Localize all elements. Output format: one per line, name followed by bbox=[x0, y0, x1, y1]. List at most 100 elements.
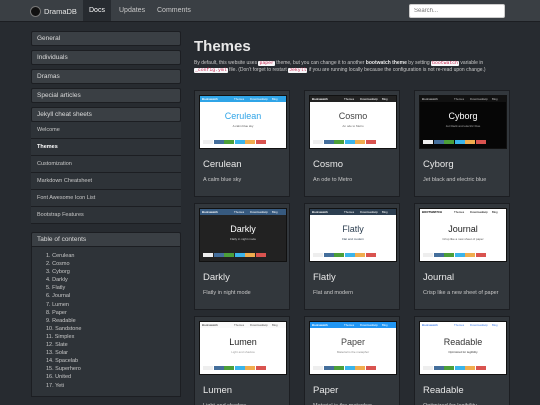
toc-item[interactable]: 6. Journal bbox=[46, 292, 180, 300]
toc-item[interactable]: 8. Paper bbox=[46, 309, 180, 317]
preview-title: Readable bbox=[443, 337, 483, 347]
sidebar-group-general[interactable]: General bbox=[31, 31, 181, 46]
preview-nav-link: Help bbox=[482, 323, 488, 327]
preview-nav-link: Blog bbox=[272, 210, 278, 214]
toc-item[interactable]: 14. Spacelab bbox=[46, 357, 180, 365]
theme-card[interactable]: Bootswatch Themes Download Help Blog Lumen Lig… bbox=[194, 316, 290, 405]
nav-link-docs[interactable]: Docs bbox=[83, 0, 111, 21]
sidebar-item-bootstrap-features[interactable]: Bootstrap Features bbox=[31, 207, 181, 224]
nav-link-comments[interactable]: Comments bbox=[151, 0, 197, 21]
theme-card[interactable]: Bootswatch Themes Download Help Blog Flatly Fl… bbox=[304, 203, 400, 310]
theme-card[interactable]: BOOTSWATCH Themes Download Help Blog Journal C… bbox=[414, 203, 510, 310]
preview-button bbox=[454, 140, 465, 144]
preview-nav-link: Themes bbox=[234, 210, 245, 214]
theme-card[interactable]: Bootswatch Themes Download Help Blog Readable… bbox=[414, 316, 510, 405]
toc-item[interactable]: 1. Cerulean bbox=[46, 252, 180, 260]
preview-buttons bbox=[423, 253, 487, 257]
theme-name[interactable]: Cyborg bbox=[423, 159, 454, 170]
preview-navbar: Bootswatch Themes Download Help Blog bbox=[200, 209, 286, 215]
sidebar-group-dramas[interactable]: Dramas bbox=[31, 69, 181, 84]
theme-preview-image[interactable]: Bootswatch Themes Download Help Blog Darkly Fl… bbox=[199, 208, 287, 262]
search-input[interactable] bbox=[409, 4, 505, 18]
toc-item[interactable]: 13. Solar bbox=[46, 349, 180, 357]
sidebar-item-font-awesome[interactable]: Font Awesome Icon List bbox=[31, 190, 181, 207]
intro-text: theme, but you can change it to another bbox=[274, 60, 366, 66]
theme-name[interactable]: Journal bbox=[423, 272, 454, 283]
theme-card[interactable]: Bootswatch Themes Download Help Blog Paper Mat… bbox=[304, 316, 400, 405]
toc-item[interactable]: 5. Flatly bbox=[46, 284, 180, 292]
preview-title: Journal bbox=[448, 224, 478, 234]
preview-button bbox=[334, 253, 345, 257]
preview-buttons bbox=[423, 140, 487, 144]
preview-navbar: BOOTSWATCH Themes Download Help Blog bbox=[420, 209, 506, 215]
theme-description: A calm blue sky bbox=[203, 177, 242, 183]
preview-nav-link: Blog bbox=[492, 323, 498, 327]
toc-item[interactable]: 15. Superhero bbox=[46, 365, 180, 373]
theme-card[interactable]: Bootswatch Themes Download Help Blog Darkly Fl… bbox=[194, 203, 290, 310]
preview-nav-link: Themes bbox=[234, 323, 245, 327]
preview-button bbox=[245, 253, 256, 257]
nav-link-updates[interactable]: Updates bbox=[113, 0, 151, 21]
sidebar-group-jekyll-cheat-sheets[interactable]: Jekyll cheat sheets bbox=[31, 107, 181, 122]
toc-item[interactable]: 12. Slate bbox=[46, 341, 180, 349]
brand-link[interactable]: DramaDB bbox=[30, 4, 77, 18]
bootwatch-theme-link[interactable]: bootwatch theme bbox=[366, 60, 407, 66]
toc-item[interactable]: 11. Simplex bbox=[46, 333, 180, 341]
toc-item[interactable]: 4. Darkly bbox=[46, 276, 180, 284]
sidebar-group-special-articles[interactable]: Special articles bbox=[31, 88, 181, 103]
theme-preview-image[interactable]: Bootswatch Themes Download Help Blog Lumen Lig… bbox=[199, 321, 287, 375]
theme-name[interactable]: Paper bbox=[313, 385, 338, 396]
theme-card[interactable]: Bootswatch Themes Download Help Blog Cosmo An … bbox=[304, 90, 400, 197]
sidebar-item-markdown-cheatsheet[interactable]: Markdown Cheatsheet bbox=[31, 173, 181, 190]
theme-preview-image[interactable]: Bootswatch Themes Download Help Blog Cerulean… bbox=[199, 95, 287, 149]
brand-logo-icon bbox=[30, 5, 41, 17]
toc-item[interactable]: 10. Sandstone bbox=[46, 325, 180, 333]
intro-text: by setting bbox=[406, 60, 432, 66]
sidebar-item-themes[interactable]: Themes bbox=[31, 139, 181, 156]
sidebar-item-welcome[interactable]: Welcome bbox=[31, 122, 181, 139]
intro-paragraph: By default, this website uses paper them… bbox=[194, 60, 514, 74]
preview-title: Cyborg bbox=[448, 111, 478, 121]
preview-brand: Bootswatch bbox=[312, 210, 328, 214]
toc-item[interactable]: 9. Readable bbox=[46, 317, 180, 325]
preview-button bbox=[433, 366, 444, 370]
preview-button bbox=[213, 366, 224, 370]
theme-name[interactable]: Lumen bbox=[203, 385, 232, 396]
sidebar-item-customization[interactable]: Customization bbox=[31, 156, 181, 173]
theme-preview-image[interactable]: BOOTSWATCH Themes Download Help Blog Journal C… bbox=[419, 208, 507, 262]
toc-item[interactable]: 3. Cyborg bbox=[46, 268, 180, 276]
preview-navbar: Bootswatch Themes Download Help Blog bbox=[310, 209, 396, 215]
preview-button bbox=[224, 366, 235, 370]
preview-title: Cosmo bbox=[338, 111, 368, 121]
toc-item[interactable]: 17. Yeti bbox=[46, 382, 180, 390]
theme-name[interactable]: Cerulean bbox=[203, 159, 242, 170]
theme-card[interactable]: Bootswatch Themes Download Help Blog Cyborg Je… bbox=[414, 90, 510, 197]
theme-card[interactable]: Bootswatch Themes Download Help Blog Cerulean… bbox=[194, 90, 290, 197]
preview-subtitle: An ode to Metro bbox=[342, 124, 364, 128]
theme-preview-image[interactable]: Bootswatch Themes Download Help Blog Paper Mat… bbox=[309, 321, 397, 375]
preview-button bbox=[234, 140, 245, 144]
theme-name[interactable]: Cosmo bbox=[313, 159, 343, 170]
preview-button bbox=[213, 140, 224, 144]
theme-description: Flatly in night mode bbox=[203, 290, 251, 296]
page-title: Themes bbox=[194, 38, 251, 55]
theme-preview-image[interactable]: Bootswatch Themes Download Help Blog Flatly Fl… bbox=[309, 208, 397, 262]
preview-nav-link: Themes bbox=[234, 97, 245, 101]
theme-preview-image[interactable]: Bootswatch Themes Download Help Blog Readable… bbox=[419, 321, 507, 375]
theme-preview-image[interactable]: Bootswatch Themes Download Help Blog Cosmo An … bbox=[309, 95, 397, 149]
preview-button bbox=[433, 140, 444, 144]
toc-item[interactable]: 16. United bbox=[46, 373, 180, 381]
preview-button bbox=[255, 366, 266, 370]
preview-button bbox=[323, 253, 334, 257]
theme-preview-image[interactable]: Bootswatch Themes Download Help Blog Cyborg Je… bbox=[419, 95, 507, 149]
preview-button bbox=[344, 366, 355, 370]
preview-subtitle: Optimized for legibility bbox=[448, 350, 478, 354]
preview-nav-link: Download bbox=[470, 323, 483, 327]
toc-item[interactable]: 2. Cosmo bbox=[46, 260, 180, 268]
theme-name[interactable]: Darkly bbox=[203, 272, 230, 283]
toc-item[interactable]: 7. Lumen bbox=[46, 301, 180, 309]
theme-name[interactable]: Readable bbox=[423, 385, 464, 396]
theme-name[interactable]: Flatly bbox=[313, 272, 336, 283]
sidebar-group-individuals[interactable]: Individuals bbox=[31, 50, 181, 65]
preview-brand: Bootswatch bbox=[422, 97, 438, 101]
